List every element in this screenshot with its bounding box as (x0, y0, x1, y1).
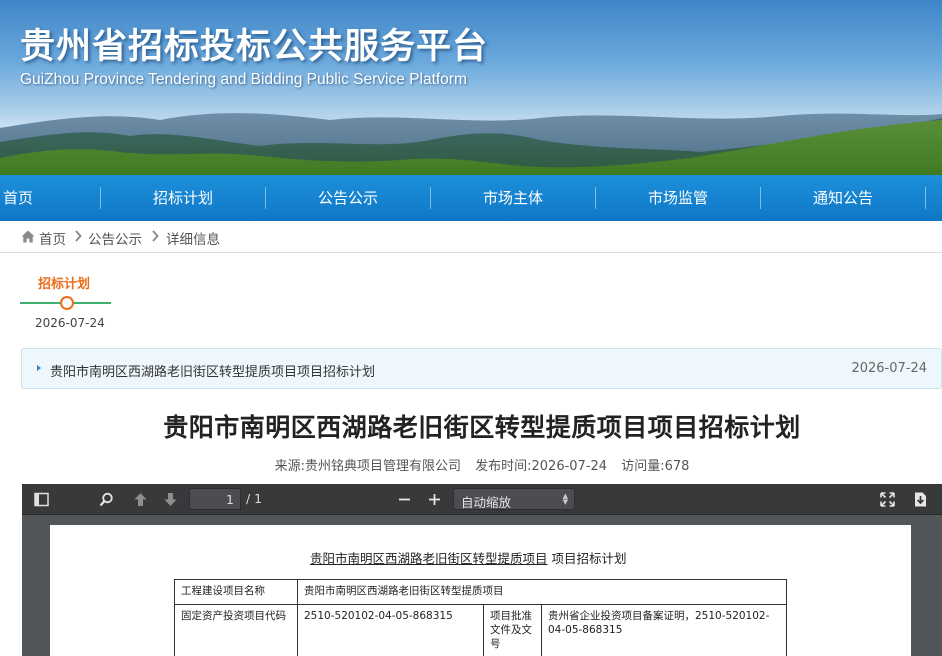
article-meta: 来源:贵州铭典项目管理有限公司 发布时间:2026-07-24 访问量:678 (0, 455, 942, 474)
pdf-document-title: 贵阳市南明区西湖路老旧街区转型提质项目 项目招标计划 (310, 548, 627, 567)
timeline-stage-label[interactable]: 招标计划 (38, 273, 90, 292)
arrow-up-icon[interactable] (132, 491, 149, 508)
nav-divider (925, 187, 926, 209)
fullscreen-icon[interactable] (879, 491, 896, 508)
table-cell-value: 贵阳市南明区西湖路老旧街区转型提质项目 (297, 579, 787, 605)
page-total: / 1 (246, 491, 263, 506)
zoom-out-icon[interactable] (396, 491, 413, 508)
related-notice-date: 2026-07-24 (851, 361, 927, 376)
nav-item-market-entities[interactable]: 市场主体 (432, 175, 594, 221)
timeline-date: 2026-07-24 (35, 316, 105, 330)
nav-item-home[interactable]: 首页 (0, 175, 36, 221)
caret-right-icon (37, 365, 41, 371)
related-notice-title[interactable]: 贵阳市南明区西湖路老旧街区转型提质项目项目招标计划 (50, 361, 375, 380)
table-cell-label: 工程建设项目名称 (174, 579, 298, 605)
nav-item-notifications[interactable]: 通知公告 (762, 175, 924, 221)
article-publish-time: 发布时间:2026-07-24 (475, 459, 608, 474)
site-title: 贵州省招标投标公共服务平台 (20, 27, 489, 67)
pdf-toolbar: 1 / 1 自动缩放 ▲ ▼ (22, 484, 942, 515)
article-views: 访问量:678 (621, 459, 690, 474)
related-notice-item[interactable]: 贵阳市南明区西湖路老旧街区转型提质项目项目招标计划 2026-07-24 (21, 348, 942, 389)
table-row: 固定资产投资项目代码 2510-520102-04-05-868315 项目批准… (174, 604, 787, 656)
table-cell-value: 贵州省企业投资项目备案证明，2510-520102-04-05-868315 (541, 604, 787, 656)
breadcrumb-current: 详细信息 (166, 232, 220, 248)
pdf-document-title-project: 贵阳市南明区西湖路老旧街区转型提质项目 (310, 551, 548, 566)
pdf-document-title-suffix: 项目招标计划 (547, 551, 627, 566)
zoom-in-icon[interactable] (426, 491, 443, 508)
breadcrumb-home[interactable]: 首页 (39, 228, 66, 248)
pdf-project-table: 工程建设项目名称 贵阳市南明区西湖路老旧街区转型提质项目 固定资产投资项目代码 … (174, 579, 787, 656)
site-banner: 贵州省招标投标公共服务平台 GuiZhou Province Tendering… (0, 0, 942, 175)
breadcrumb: 首页 公告公示 详细信息 (0, 221, 942, 253)
chevron-right-icon (75, 230, 82, 242)
table-cell-label: 固定资产投资项目代码 (174, 604, 298, 656)
pdf-page: 贵阳市南明区西湖路老旧街区转型提质项目 项目招标计划 工程建设项目名称 贵阳市南… (50, 525, 911, 656)
site-subtitle: GuiZhou Province Tendering and Bidding P… (20, 71, 467, 88)
table-row: 工程建设项目名称 贵阳市南明区西湖路老旧街区转型提质项目 (174, 579, 787, 605)
nav-divider (265, 187, 266, 209)
article-source: 来源:贵州铭典项目管理有限公司 (274, 459, 461, 474)
nav-divider (100, 187, 101, 209)
nav-item-market-supervision[interactable]: 市场监管 (597, 175, 759, 221)
nav-item-tender-plan[interactable]: 招标计划 (102, 175, 264, 221)
page-number-input[interactable]: 1 (189, 488, 241, 510)
nav-divider (430, 187, 431, 209)
table-cell-label: 项目批准文件及文号 (483, 604, 542, 656)
zoom-select[interactable]: 自动缩放 ▲ ▼ (453, 488, 575, 510)
download-icon[interactable] (912, 491, 929, 508)
pdf-viewer: 1 / 1 自动缩放 ▲ ▼ 贵阳市南明区西湖路老旧街区转型提质项目 项目招标计划… (22, 484, 942, 656)
arrow-down-icon[interactable] (162, 491, 179, 508)
select-arrows-icon: ▲ ▼ (562, 492, 568, 506)
table-cell-value: 2510-520102-04-05-868315 (297, 604, 484, 656)
nav-item-announcements[interactable]: 公告公示 (267, 175, 429, 221)
search-icon[interactable] (98, 491, 115, 508)
zoom-select-value: 自动缩放 (461, 495, 512, 510)
main-nav: 首页 招标计划 公告公示 市场主体 市场监管 通知公告 (0, 175, 942, 221)
nav-divider (760, 187, 761, 209)
chevron-right-icon (152, 230, 159, 242)
breadcrumb-announcements[interactable]: 公告公示 (88, 228, 142, 248)
home-icon (21, 230, 35, 243)
article-title: 贵阳市南明区西湖路老旧街区转型提质项目项目招标计划 (163, 413, 801, 442)
sidebar-toggle-icon[interactable] (33, 491, 50, 508)
timeline-node[interactable] (60, 296, 74, 310)
nav-divider (595, 187, 596, 209)
